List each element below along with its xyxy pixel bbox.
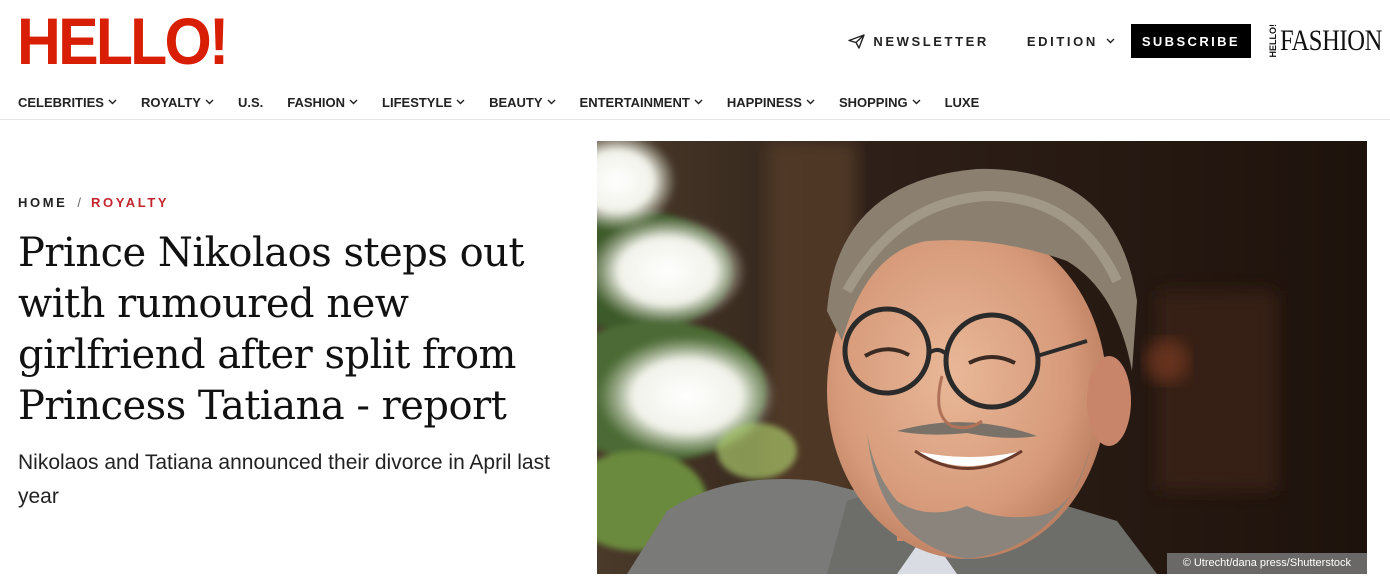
article-headline: Prince Nikolaos steps out with rumoured … xyxy=(18,230,525,429)
breadcrumb-separator: / xyxy=(77,195,82,210)
main-nav: CELEBRITIES ROYALTY U.S. FASHION LIFESTYLE BE… xyxy=(18,92,1003,112)
header-actions: NEWSLETTER EDITION SUBSCRIBE HELLO! FASH… xyxy=(848,24,1382,58)
nav-item-label: U.S. xyxy=(237,94,264,110)
breadcrumb-home[interactable]: HOME xyxy=(18,195,67,210)
nav-item-label: HAPPINESS xyxy=(726,94,802,110)
nav-item-label: LIFESTYLE xyxy=(382,94,453,110)
paper-plane-icon xyxy=(848,33,866,49)
hello-fashion-logo[interactable]: HELLO! FASHION xyxy=(1268,24,1382,58)
chevron-down-icon xyxy=(547,99,556,105)
edition-label: EDITION xyxy=(1026,33,1098,49)
nav-item-fashion[interactable]: FASHION xyxy=(287,95,358,110)
nav-item-label: SHOPPING xyxy=(838,94,908,110)
nav-divider xyxy=(0,119,1390,120)
subscribe-button[interactable]: SUBSCRIBE xyxy=(1130,24,1251,58)
nav-item-entertainment[interactable]: ENTERTAINMENT xyxy=(580,95,703,110)
nav-item-label: ROYALTY xyxy=(140,94,201,110)
chevron-down-icon xyxy=(806,99,815,105)
fashion-logo-mini: HELLO! xyxy=(1268,24,1278,58)
nav-item-u-s[interactable]: U.S. xyxy=(238,95,263,110)
image-credit: © Utrecht/dana press/Shutterstock xyxy=(1166,553,1367,574)
nav-item-happiness[interactable]: HAPPINESS xyxy=(727,95,815,110)
newsletter-label: NEWSLETTER xyxy=(873,33,989,49)
article-standfirst: Nikolaos and Tatiana announced their div… xyxy=(18,451,550,508)
hero-image: © Utrecht/dana press/Shutterstock xyxy=(597,141,1367,574)
nav-item-luxe[interactable]: LUXE xyxy=(945,95,980,110)
breadcrumb-category[interactable]: ROYALTY xyxy=(91,195,169,210)
chevron-down-icon xyxy=(349,99,358,105)
chevron-down-icon xyxy=(694,99,703,105)
nav-item-label: FASHION xyxy=(287,94,346,110)
nav-item-label: BEAUTY xyxy=(489,94,543,110)
hello-logo[interactable]: HELLO! xyxy=(17,8,229,74)
subscribe-label: SUBSCRIBE xyxy=(1141,33,1240,49)
nav-item-label: CELEBRITIES xyxy=(18,94,104,110)
hero-photo xyxy=(597,141,1367,574)
chevron-down-icon xyxy=(912,99,921,105)
nav-item-label: ENTERTAINMENT xyxy=(579,94,690,110)
newsletter-link[interactable]: NEWSLETTER xyxy=(848,34,989,49)
chevron-down-icon xyxy=(108,99,117,105)
nav-item-royalty[interactable]: ROYALTY xyxy=(141,95,214,110)
chevron-down-icon xyxy=(1106,38,1115,44)
nav-item-beauty[interactable]: BEAUTY xyxy=(489,94,556,110)
fashion-logo-word: FASHION xyxy=(1280,24,1382,57)
edition-dropdown[interactable]: EDITION xyxy=(1027,34,1115,49)
nav-item-shopping[interactable]: SHOPPING xyxy=(839,95,921,110)
nav-item-celebrities[interactable]: CELEBRITIES xyxy=(18,95,117,110)
nav-item-label: LUXE xyxy=(944,94,980,110)
nav-item-lifestyle[interactable]: LIFESTYLE xyxy=(382,95,465,110)
chevron-down-icon xyxy=(205,99,214,105)
chevron-down-icon xyxy=(456,99,465,105)
breadcrumb: HOME / ROYALTY xyxy=(18,195,169,210)
